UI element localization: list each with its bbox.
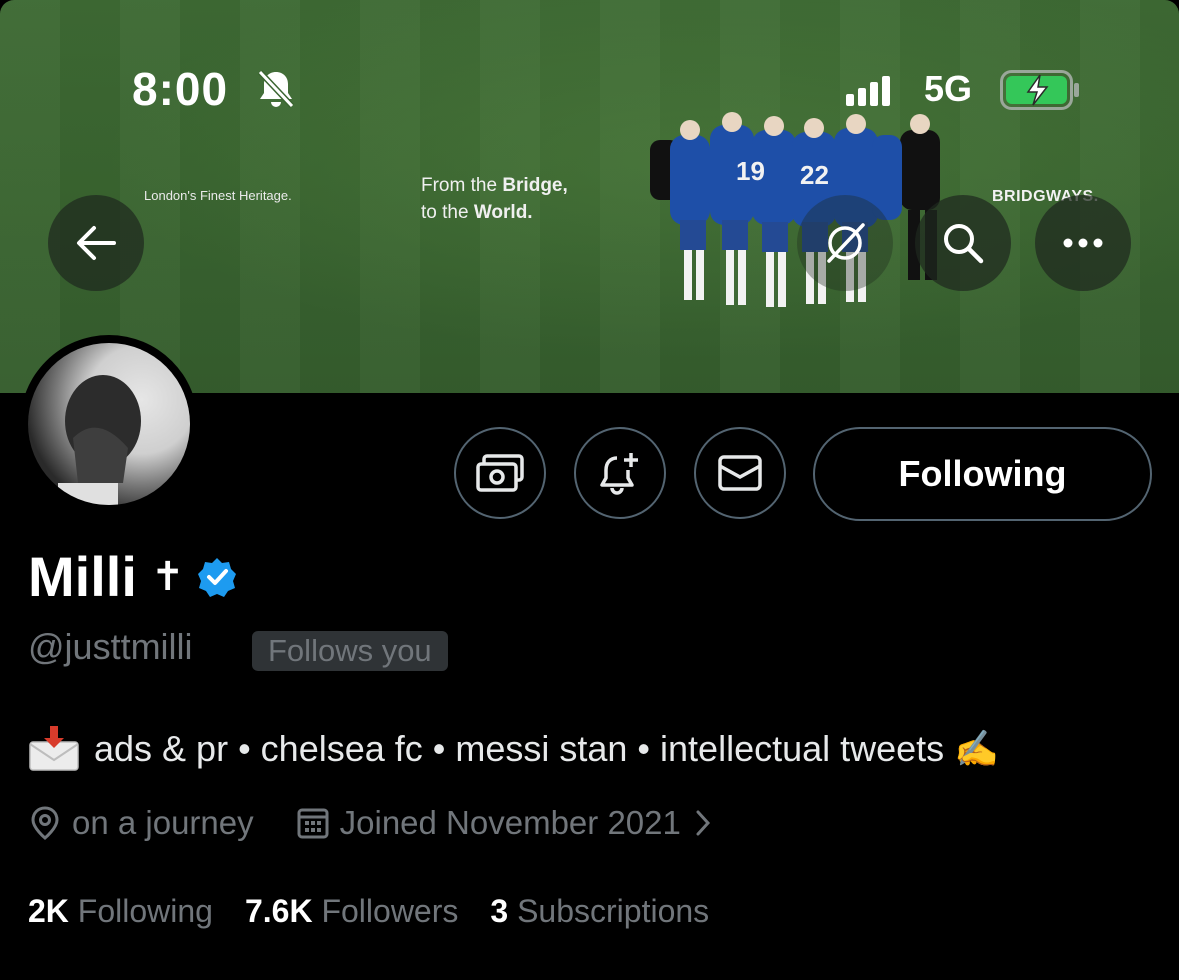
back-button[interactable]: [48, 195, 144, 291]
following-button[interactable]: Following: [813, 427, 1152, 521]
battery-charging-icon: [1000, 70, 1079, 110]
more-options-button[interactable]: [1035, 195, 1131, 291]
network-type: 5G: [924, 68, 973, 109]
grok-icon: [827, 223, 865, 263]
banner-tagline: From the Bridge, to the World.: [421, 175, 568, 223]
followers-stat[interactable]: 7.6K Followers: [245, 893, 458, 930]
jersey-number: 22: [800, 160, 829, 190]
joined-date-item[interactable]: Joined November 2021: [296, 804, 713, 842]
more-horizontal-icon: [1063, 238, 1103, 248]
cross-symbol: ✝: [150, 553, 185, 600]
message-button[interactable]: [694, 427, 786, 519]
status-time: 8:00: [132, 63, 229, 115]
search-button[interactable]: [915, 195, 1011, 291]
grok-button[interactable]: [797, 195, 893, 291]
subscribe-button[interactable]: [454, 427, 546, 519]
signal-icon: [846, 76, 890, 106]
chevron-right-icon: [696, 810, 710, 836]
profile-stats: 2K Following 7.6K Followers 3 Subscripti…: [28, 893, 741, 930]
subscriptions-label: Subscriptions: [517, 893, 710, 929]
calendar-icon: [297, 808, 329, 839]
followers-count: 7.6K: [244, 893, 313, 929]
following-label: Following: [77, 893, 213, 929]
avatar-photo: [28, 343, 190, 505]
profile-banner[interactable]: 8:00 5G London's Finest Heritage. From t…: [0, 0, 1179, 393]
bell-plus-icon: [600, 453, 638, 495]
inbox-tray-icon: [29, 726, 79, 771]
bell-off-icon: [257, 69, 295, 109]
profile-bio: ads & pr • chelsea fc • messi stan • int…: [28, 726, 999, 772]
search-icon: [944, 224, 984, 264]
profile-name-row: Milli ✝: [28, 544, 238, 609]
subscriptions-count: 3: [490, 893, 509, 929]
mail-icon: [718, 455, 762, 491]
location-item: on a journey: [28, 804, 254, 842]
following-stat[interactable]: 2K Following: [28, 893, 213, 930]
verified-badge-icon[interactable]: [196, 556, 238, 598]
following-count: 2K: [28, 893, 69, 929]
money-icon: [476, 454, 524, 492]
subscriptions-stat[interactable]: 3 Subscriptions: [490, 893, 709, 930]
notifications-button[interactable]: [574, 427, 666, 519]
location-pin-icon: [31, 806, 59, 840]
profile-avatar[interactable]: [20, 335, 198, 513]
jersey-number: 19: [736, 156, 765, 186]
banner-tagline-small: London's Finest Heritage.: [144, 188, 292, 203]
username-handle: @justtmilli: [28, 626, 193, 667]
joined-text: Joined November 2021: [339, 804, 681, 841]
followers-label: Followers: [321, 893, 459, 929]
bio-text: ads & pr • chelsea fc • messi stan • int…: [94, 728, 1000, 769]
profile-meta: on a journey Joined November 2021: [28, 804, 713, 842]
arrow-left-icon: [77, 226, 116, 260]
display-name: Milli: [28, 545, 137, 608]
location-text: on a journey: [72, 804, 254, 841]
follows-you-badge: Follows you: [252, 631, 448, 671]
